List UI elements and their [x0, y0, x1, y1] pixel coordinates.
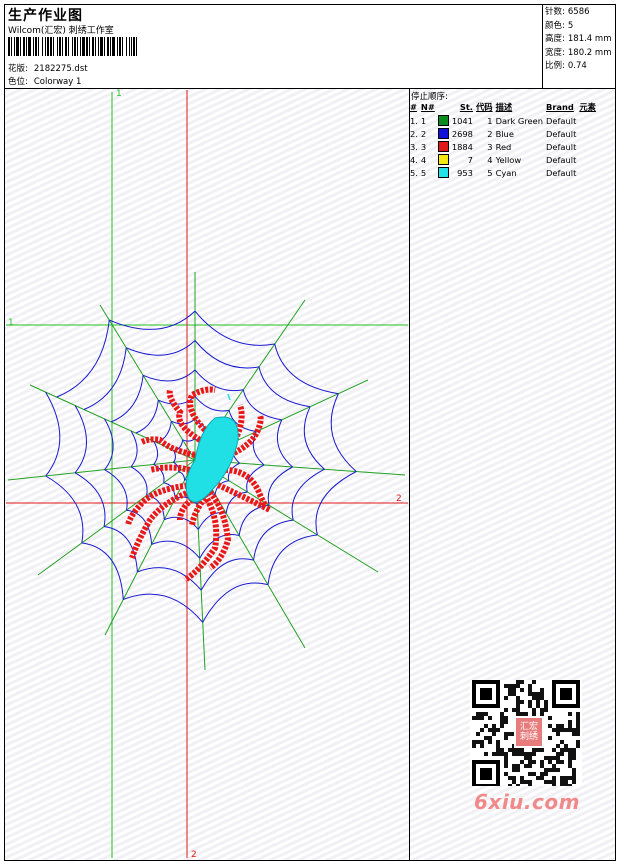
axis-label-left: 1: [8, 318, 14, 328]
spider-leg: [149, 464, 191, 473]
watermark-logo: 6xiu.com: [474, 790, 580, 814]
qr-badge: 汇宏刺绣: [514, 716, 544, 748]
axis-label-bottom: 2: [191, 850, 197, 860]
spider-leg: [216, 482, 272, 513]
axis-label-right: 2: [396, 494, 402, 504]
web-spoke: [99, 304, 196, 461]
spider-mark: [227, 393, 231, 401]
axis-label-top: 1: [116, 89, 122, 99]
